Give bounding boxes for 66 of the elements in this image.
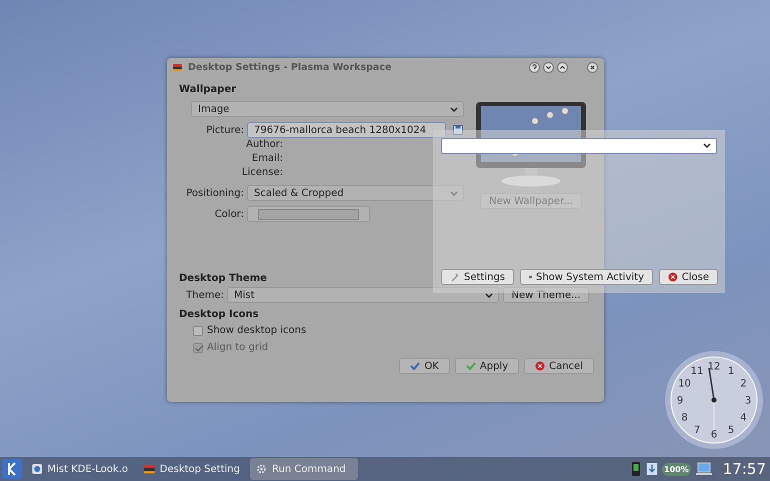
chevron-down-icon xyxy=(450,191,458,196)
clock-numeral: 3 xyxy=(744,396,752,406)
clock-numeral: 10 xyxy=(678,378,691,390)
clock-numeral: 5 xyxy=(728,424,734,436)
info-label: License: xyxy=(240,166,283,180)
window-title: Desktop Settings - Plasma Workspace xyxy=(188,62,392,72)
clock-numeral: 12 xyxy=(708,362,720,372)
section-heading: Wallpaper xyxy=(179,83,236,97)
command-input-field[interactable] xyxy=(441,138,717,154)
chevron-down-icon xyxy=(450,107,458,112)
checkbox-label: Show desktop icons xyxy=(207,325,306,336)
color-button[interactable] xyxy=(247,206,370,222)
info-label: Email: xyxy=(250,152,283,166)
k-menu-icon[interactable] xyxy=(2,459,22,479)
task-button[interactable]: Desktop Setting xyxy=(138,458,246,480)
clock-numeral: 4 xyxy=(740,412,747,424)
maximize-icon[interactable] xyxy=(557,62,568,72)
task-button[interactable]: Mist KDE-Look.o xyxy=(26,458,134,480)
info-label: Author: xyxy=(245,138,283,152)
clock-time: 17:57 xyxy=(722,460,766,478)
floppy-icon[interactable] xyxy=(453,125,463,135)
picture-label: Picture: xyxy=(205,124,244,136)
download-icon[interactable] xyxy=(646,461,658,477)
clock-numeral: 9 xyxy=(676,396,684,406)
theme-label: Theme: xyxy=(185,290,224,300)
new-theme-button[interactable]: New Theme... xyxy=(503,287,589,303)
clock-numeral: 6 xyxy=(710,430,718,440)
positioning-dropdown[interactable]: Scaled & Cropped xyxy=(247,185,464,201)
chevron-down-icon xyxy=(485,293,493,298)
positioning-label: Positioning: xyxy=(185,188,244,198)
chevron-down-icon xyxy=(703,143,711,148)
help-icon[interactable] xyxy=(529,62,540,72)
theme-dropdown[interactable]: Mist xyxy=(227,287,499,303)
apply-button[interactable]: Apply xyxy=(454,358,520,374)
app-icon xyxy=(173,64,182,70)
clock-numeral: 1 xyxy=(728,366,734,378)
close-icon[interactable] xyxy=(587,62,598,72)
wallpaper-type-dropdown[interactable]: Image xyxy=(191,101,464,117)
laptop-icon[interactable] xyxy=(694,461,713,477)
clock-numeral: 8 xyxy=(681,412,688,424)
checkbox[interactable] xyxy=(193,326,203,336)
picture-dropdown[interactable]: 79676-mallorca beach 1280x1024 xyxy=(247,122,446,138)
clock-numeral: 11 xyxy=(690,366,704,378)
check-icon xyxy=(410,361,420,371)
app-icon xyxy=(144,464,155,474)
minimize-icon[interactable] xyxy=(543,62,554,72)
wrench-icon xyxy=(450,272,460,282)
cancel-icon xyxy=(535,361,546,371)
browser-icon xyxy=(32,464,42,474)
section-heading: Desktop Theme xyxy=(179,272,267,286)
settings-button[interactable]: Settings xyxy=(441,269,514,285)
close-icon xyxy=(668,272,678,282)
checkbox-label: Align to grid xyxy=(207,342,268,353)
check-icon xyxy=(466,361,476,371)
battery-indicator[interactable]: 100% xyxy=(662,462,691,476)
section-heading: Desktop Icons xyxy=(179,308,259,322)
color-label: Color: xyxy=(214,208,244,220)
close-button[interactable]: Close xyxy=(659,269,718,285)
activity-button[interactable]: Show System Activity xyxy=(520,269,653,285)
ok-button[interactable]: OK xyxy=(399,358,450,374)
phone-icon[interactable] xyxy=(630,461,642,477)
clock-numeral: 2 xyxy=(740,378,747,390)
cancel-button[interactable]: Cancel xyxy=(524,358,594,374)
clock-hands xyxy=(708,368,716,430)
clock-numeral: 7 xyxy=(694,424,700,436)
gear-icon xyxy=(256,464,267,474)
